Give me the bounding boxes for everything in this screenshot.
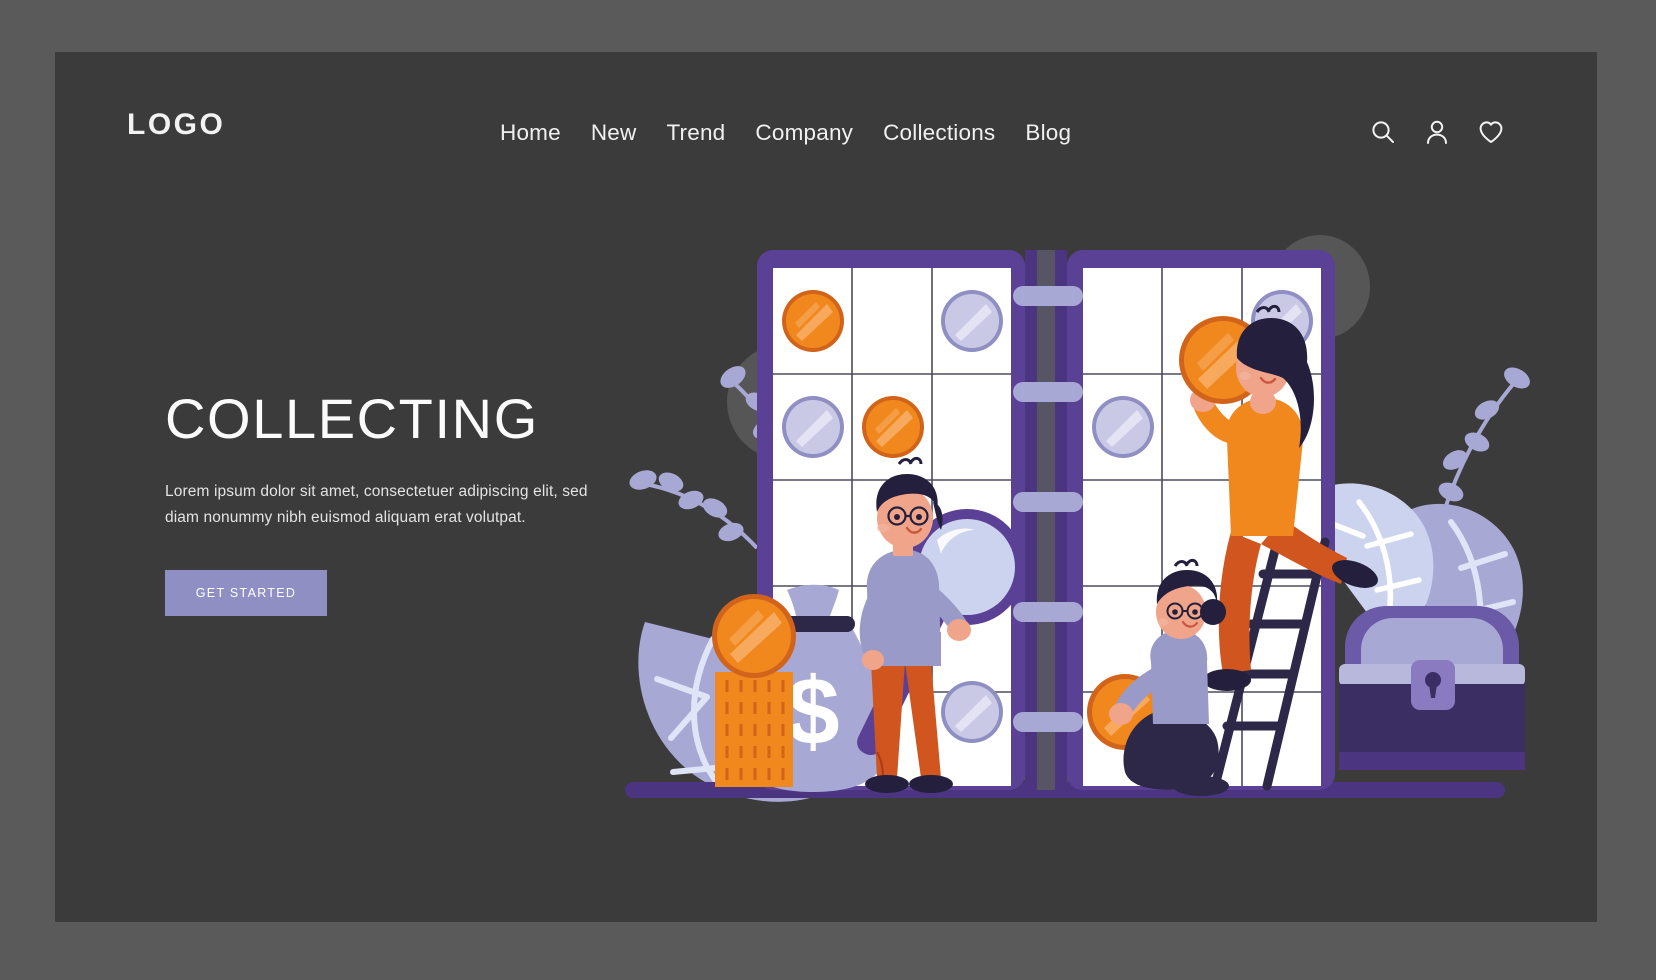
- heart-icon[interactable]: [1477, 118, 1505, 151]
- nav-item-trend[interactable]: Trend: [666, 120, 725, 146]
- coin-stack: [712, 594, 796, 787]
- sprig-right: [1438, 367, 1530, 523]
- hero-card: LOGO Home New Trend Company Collections …: [55, 52, 1597, 922]
- user-icon[interactable]: [1423, 118, 1451, 151]
- sprig-lower: [629, 470, 759, 550]
- hero-description: Lorem ipsum dolor sit amet, consectetuer…: [165, 482, 588, 527]
- get-started-button[interactable]: GET STARTED: [165, 570, 327, 617]
- nav-item-company[interactable]: Company: [755, 120, 853, 146]
- page-title: COLLECTING: [165, 387, 539, 450]
- nav-item-collections[interactable]: Collections: [883, 120, 995, 146]
- page-root: LOGO Home New Trend Company Collections …: [0, 0, 1656, 980]
- coin-collecting-illustration: $: [615, 192, 1535, 872]
- coin-orange: [862, 396, 924, 458]
- header-icon-group: [1369, 118, 1505, 151]
- main-nav: Home New Trend Company Collections Blog: [500, 120, 1071, 146]
- nav-item-home[interactable]: Home: [500, 120, 561, 146]
- coin-orange-standing: [712, 594, 796, 678]
- coin-orange: [782, 290, 844, 352]
- logo[interactable]: LOGO: [127, 110, 225, 140]
- search-icon[interactable]: [1369, 118, 1397, 151]
- site-header: LOGO Home New Trend Company Collections …: [55, 52, 1597, 192]
- nav-item-new[interactable]: New: [591, 120, 637, 146]
- coin-silver: [941, 290, 1003, 352]
- hero-text-block: COLLECTING Lorem ipsum dolor sit amet, c…: [165, 387, 685, 617]
- nav-item-blog[interactable]: Blog: [1025, 120, 1071, 146]
- treasure-chest: [1339, 606, 1525, 770]
- coin-silver: [782, 396, 844, 458]
- coin-silver: [1092, 396, 1154, 458]
- svg-text:$: $: [786, 658, 839, 765]
- coin-silver: [941, 681, 1003, 743]
